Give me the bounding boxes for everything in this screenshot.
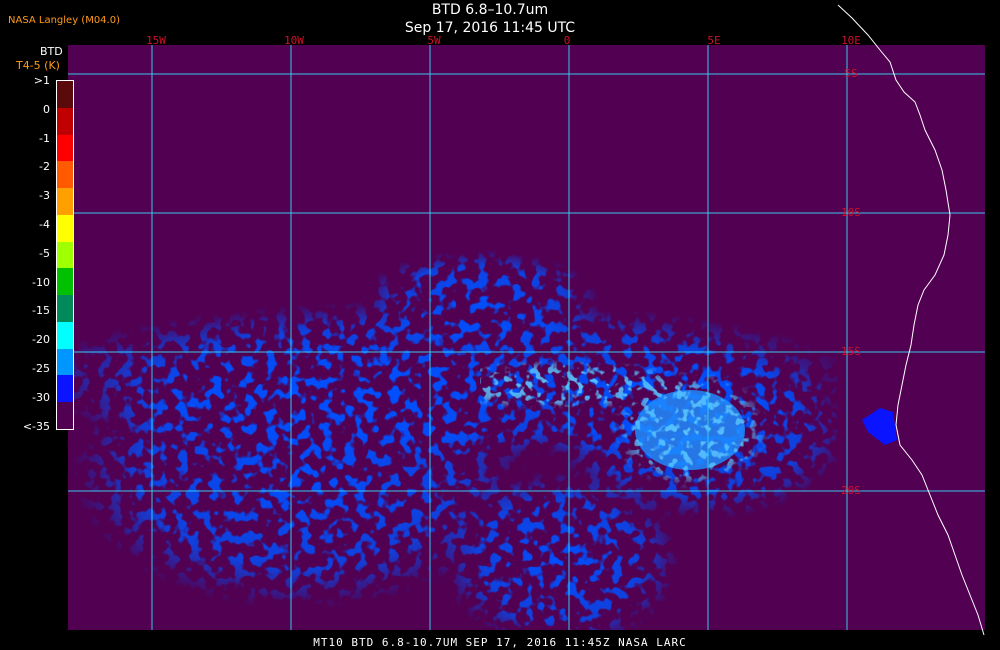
colorbar-swatch xyxy=(57,268,73,296)
colorbar-swatch xyxy=(57,321,73,349)
colorbar-label: -3 xyxy=(39,189,50,203)
lat-label-10s: 10S xyxy=(841,206,861,219)
lat-label-5s: 5S xyxy=(844,67,857,80)
satellite-map: 15W 10W 5W 0 5E 10E 5S 10S 15S 20S xyxy=(68,4,985,636)
colorbar-label: >1 xyxy=(33,74,50,87)
colorbar-label: -1 xyxy=(39,131,50,145)
colorbar-label: -20 xyxy=(32,333,50,347)
colorbar-label: -4 xyxy=(39,218,50,231)
lat-label-20s: 20S xyxy=(841,484,861,497)
colorbar-unit: T4-5 (K) xyxy=(16,59,60,72)
colorbar-swatch xyxy=(57,81,73,108)
map-title: BTD 6.8–10.7um xyxy=(431,2,549,18)
colorbar-label: -25 xyxy=(32,362,50,375)
colorbar-label: -30 xyxy=(32,390,50,404)
colorbar-swatch xyxy=(57,214,73,242)
colorbar-swatch xyxy=(57,402,73,429)
colorbar-title: BTD xyxy=(40,45,63,58)
colorbar-swatch xyxy=(57,241,73,269)
colorbar-swatch xyxy=(57,107,73,135)
map-datetime: Sep 17, 2016 11:45 UTC xyxy=(404,20,576,36)
colorbar-swatch xyxy=(57,161,73,189)
light-cloud-field xyxy=(480,340,800,510)
colorbar-swatch xyxy=(57,348,73,376)
colorbar-label: -5 xyxy=(39,246,50,260)
colorbar-swatch xyxy=(57,134,73,162)
land-area xyxy=(845,45,985,630)
colorbar-label: -10 xyxy=(32,275,50,289)
colorbar-swatch xyxy=(57,188,73,215)
colorbar-label: 0 xyxy=(43,102,50,116)
colorbar-label: -2 xyxy=(39,160,50,174)
lat-label-15s: 15S xyxy=(841,345,861,358)
colorbar-label: -15 xyxy=(32,304,50,318)
footer-caption: MT10 BTD 6.8-10.7UM SEP 17, 2016 11:45Z … xyxy=(313,636,687,649)
colorbar-swatch xyxy=(57,295,73,322)
colorbar-label: <-35 xyxy=(22,419,50,433)
credit-label: NASA Langley (M04.0) xyxy=(8,15,120,26)
colorbar-swatch xyxy=(57,375,73,403)
colorbar xyxy=(56,80,74,430)
